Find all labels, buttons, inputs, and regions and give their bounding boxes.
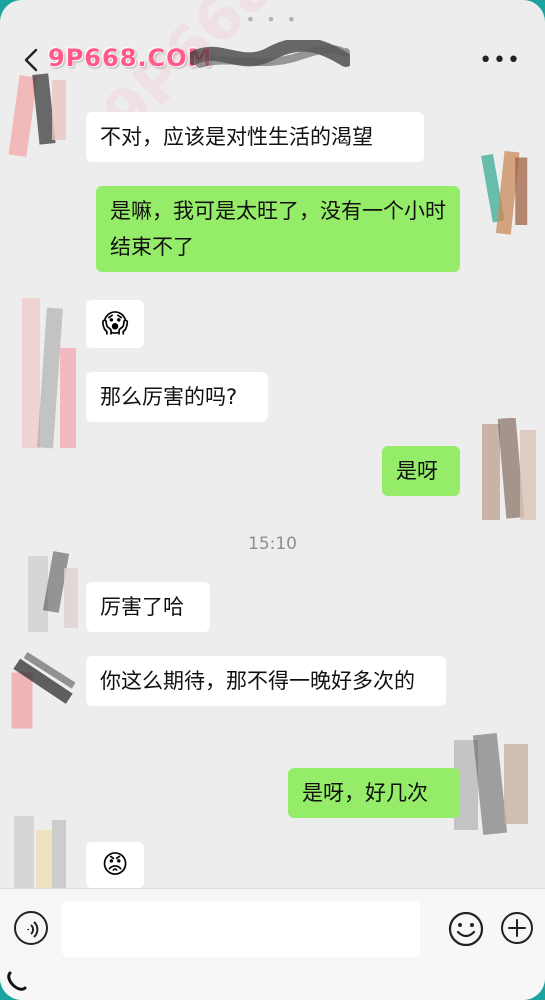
message-bubble-outgoing[interactable]: 是呀 — [382, 446, 460, 496]
angry-emoji-icon: 😡 — [101, 850, 129, 880]
more-options-button[interactable]: ••• — [479, 48, 521, 73]
chat-header: 9P668.COM ••• — [0, 40, 545, 84]
message-bubble-outgoing[interactable]: 是嘛，我可是太旺了，没有一个小时结束不了 — [96, 186, 460, 272]
message-emoji-incoming[interactable]: 😱 — [86, 300, 144, 348]
contact-avatar[interactable] — [14, 288, 84, 458]
redaction-scribble — [190, 40, 350, 68]
timestamp: 15:10 — [248, 534, 297, 554]
message-input[interactable] — [62, 901, 420, 957]
contact-avatar[interactable] — [6, 70, 76, 160]
message-emoji-incoming[interactable]: 😡 — [86, 842, 144, 888]
drag-handle[interactable]: • • • — [0, 10, 545, 29]
voice-input-button[interactable] — [14, 911, 48, 945]
contact-avatar[interactable] — [18, 548, 88, 638]
contact-avatar[interactable] — [8, 640, 78, 740]
message-bubble-incoming[interactable]: 不对，应该是对性生活的渴望 — [86, 112, 424, 162]
message-bubble-incoming[interactable]: 厉害了哈 — [86, 582, 210, 632]
message-bubble-incoming[interactable]: 那么厉害的吗? — [86, 372, 268, 422]
scream-emoji-icon: 😱 — [101, 309, 129, 339]
my-avatar[interactable] — [472, 418, 542, 528]
input-bar — [0, 888, 545, 1000]
chat-screen: • • • 9P668.COM ••• 9P668.COM — [0, 0, 545, 1000]
add-attachment-icon[interactable] — [500, 911, 534, 945]
my-avatar[interactable] — [448, 730, 538, 840]
emoji-picker-icon[interactable] — [448, 911, 484, 947]
voice-icon — [27, 921, 39, 938]
message-bubble-incoming[interactable]: 你这么期待，那不得一晚好多次的 — [86, 656, 446, 706]
phone-icon — [7, 971, 27, 991]
my-avatar[interactable] — [472, 150, 542, 240]
chat-title: 9P668.COM — [48, 44, 213, 72]
message-bubble-outgoing[interactable]: 是呀，好几次 — [288, 768, 460, 818]
